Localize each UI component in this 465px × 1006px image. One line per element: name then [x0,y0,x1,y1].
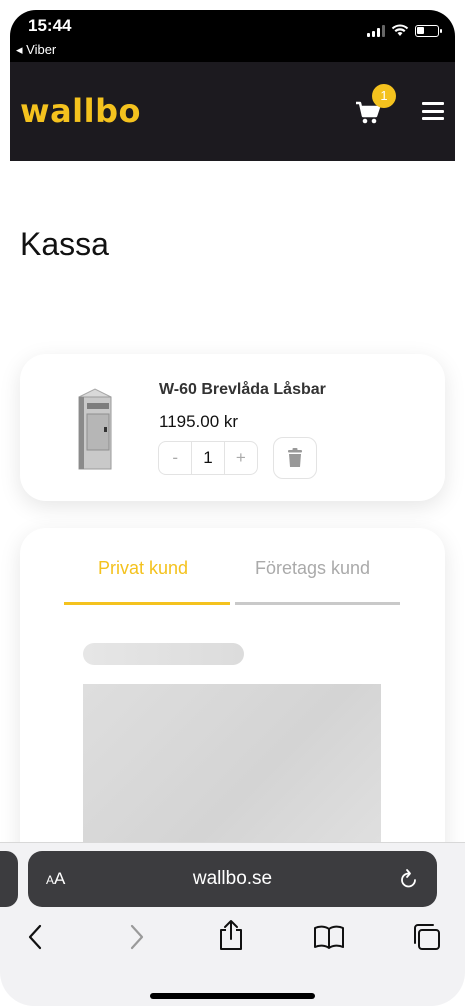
battery-icon [415,24,442,37]
cart-count-badge: 1 [372,84,396,108]
home-indicator [150,993,315,999]
reload-icon[interactable] [399,868,419,890]
status-time: 15:44 [28,16,72,35]
quantity-input[interactable]: 1 [191,442,225,474]
tab-inactive-indicator [235,602,400,605]
tab-company-customer[interactable]: Företags kund [255,558,370,579]
signal-icon [367,24,385,37]
forward-arrow-icon[interactable] [126,923,146,951]
decrease-quantity-button[interactable]: - [159,448,191,468]
status-bar: 15:44 ◂ Viber [10,10,455,62]
wifi-icon [391,24,409,36]
browser-bottom-bar: AA wallbo.se [0,842,465,1006]
tabs-icon[interactable] [412,923,442,951]
share-icon[interactable] [218,919,244,951]
product-image [78,388,112,470]
cart-item-card: W-60 Brevlåda Låsbar 1195.00 kr - 1 + [20,354,445,501]
back-to-app-link[interactable]: ◂ Viber [16,42,56,58]
quantity-stepper: - 1 + [158,441,258,475]
increase-quantity-button[interactable]: + [225,448,257,468]
trash-icon [288,448,302,467]
tab-private-customer[interactable]: Privat kund [98,558,188,579]
url-text[interactable]: wallbo.se [28,868,437,890]
phone-screen: 15:44 ◂ Viber wallbo 1 Kassa W-60 Brevlå… [0,0,465,1006]
product-name[interactable]: W-60 Brevlåda Låsbar [159,381,326,399]
status-icons [367,24,442,37]
loading-placeholder-bar [83,643,244,665]
site-header: wallbo 1 [10,62,455,161]
remove-item-button[interactable] [273,437,317,479]
wallbo-logo[interactable]: wallbo [20,92,141,130]
hamburger-menu-icon[interactable] [422,102,444,120]
previous-tab-preview[interactable] [0,851,18,907]
address-bar[interactable]: AA wallbo.se [28,851,437,907]
tab-active-indicator [64,602,230,605]
product-price: 1195.00 kr [159,412,239,431]
page-title: Kassa [20,226,109,262]
back-arrow-icon[interactable] [26,923,46,951]
bookmarks-icon[interactable] [313,925,345,949]
